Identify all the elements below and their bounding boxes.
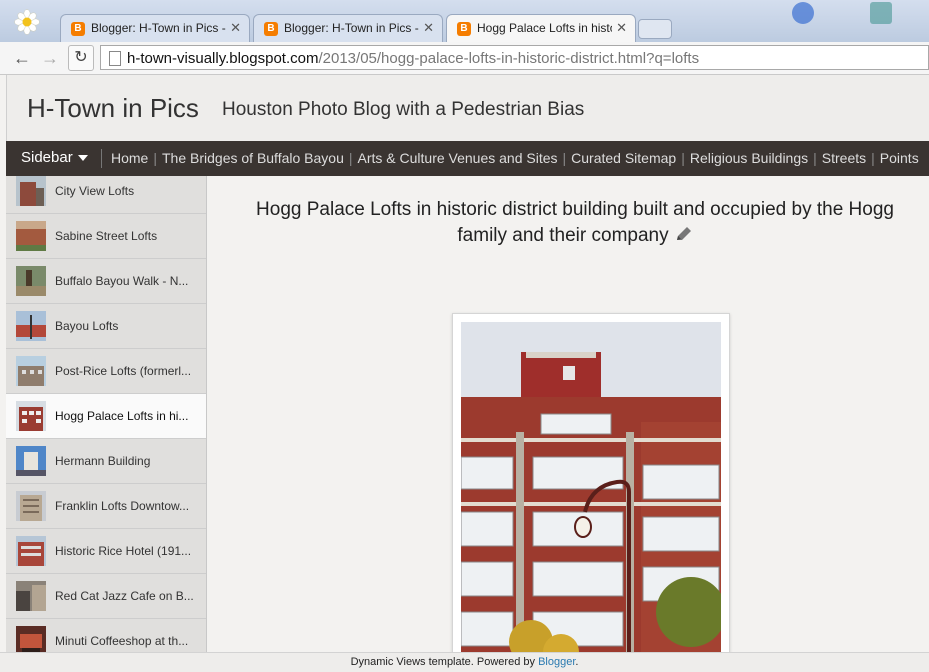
sidebar-item[interactable]: Red Cat Jazz Cafe on B... [6,574,206,619]
caret-down-icon [77,155,88,162]
sidebar-item[interactable]: Hermann Building [6,439,206,484]
post-photo-frame [452,313,730,660]
sidebar-item[interactable]: Sabine Street Lofts [6,214,206,259]
close-icon[interactable]: ✕ [616,20,627,36]
address-bar[interactable]: h-town-visually.blogspot.com/2013/05/hog… [100,45,929,70]
nav-divider [101,149,102,168]
sidebar-item-label: Red Cat Jazz Cafe on B... [55,589,194,603]
footer-end: . [575,656,579,668]
post-thumbnail [16,536,46,566]
post-thumbnail [16,221,46,251]
post-thumbnail [16,401,46,431]
post-thumbnail [16,266,46,296]
sidebar-item-label: Bayou Lofts [55,319,119,333]
sidebar-item-label: Sabine Street Lofts [55,229,158,243]
nav-links: Home | The Bridges of Buffalo Bayou | Arts &… [111,150,919,166]
tab-title: Blogger: H-Town in Pics - [284,21,419,35]
post-thumbnail [16,581,46,611]
blogger-favicon-icon: B [71,22,85,36]
reload-icon[interactable]: ↻ [68,45,94,71]
tab-2[interactable]: B Blogger: H-Town in Pics - ✕ [253,14,443,42]
blog-header: H-Town in Pics Houston Photo Blog with a… [6,75,929,141]
sidebar-item-active[interactable]: Hogg Palace Lofts in hi... [6,394,206,439]
sidebar-item-label: Hogg Palace Lofts in hi... [55,409,189,423]
footer: Dynamic Views template. Powered by Blogg… [0,652,929,672]
post-thumbnail [16,446,46,476]
nav-link-home[interactable]: Home [111,150,148,166]
sidebar-item-label: Buffalo Bayou Walk - N... [55,274,189,288]
sidebar-item[interactable]: Minuti Coffeeshop at th... [6,619,206,656]
blogger-favicon-icon: B [457,22,471,36]
post-thumbnail [16,311,46,341]
nav-link-streets[interactable]: Streets [822,150,866,166]
sidebar-item-label: Minuti Coffeeshop at th... [55,634,189,648]
sidebar-item-label: Hermann Building [55,454,151,468]
sidebar-item-label: Franklin Lofts Downtow... [55,499,190,513]
page-icon [109,51,121,66]
flower-logo-icon [14,9,40,35]
post-thumbnail [16,176,46,206]
sidebar-item-label: Post-Rice Lofts (formerl... [55,364,192,378]
post-title: Hogg Palace Lofts in historic district b… [256,199,894,246]
sidebar-item-label: City View Lofts [55,184,135,198]
browser-tab-strip: B Blogger: H-Town in Pics - ✕ B Blogger:… [0,0,929,42]
blogger-favicon-icon: B [264,22,278,36]
sidebar-item[interactable]: Buffalo Bayou Walk - N... [6,259,206,304]
sidebar-post-list: City View Lofts Sabine Street Lofts Buff… [6,176,207,656]
back-arrow-icon[interactable]: ← [10,46,34,70]
url-text: h-town-visually.blogspot.com/2013/05/hog… [127,50,700,67]
nav-link-sitemap[interactable]: Curated Sitemap [571,150,676,166]
building-photo[interactable] [461,322,721,657]
blog-title[interactable]: H-Town in Pics [27,93,199,124]
blog-description: Houston Photo Blog with a Pedestrian Bia… [222,99,585,120]
sidebar-toggle-button[interactable]: Sidebar [21,149,88,166]
footer-text: Dynamic Views template. Powered by [350,656,539,668]
post-thumbnail [16,356,46,386]
nav-link-bridges[interactable]: The Bridges of Buffalo Bayou [162,150,344,166]
nav-link-arts-culture[interactable]: Arts & Culture Venues and Sites [358,150,558,166]
pencil-icon[interactable] [675,226,693,242]
blogger-link[interactable]: Blogger [538,656,575,668]
desktop-shortcut-icon [792,2,814,24]
nav-link-points[interactable]: Points [880,150,919,166]
sidebar-item[interactable]: Post-Rice Lofts (formerl... [6,349,206,394]
nav-bar: Sidebar Home | The Bridges of Buffalo Bayo… [6,141,929,176]
sidebar-item[interactable]: Bayou Lofts [6,304,206,349]
sidebar-item[interactable]: Franklin Lofts Downtow... [6,484,206,529]
sidebar-item-label: Historic Rice Hotel (191... [55,544,192,558]
browser-toolbar: ← → ↻ h-town-visually.blogspot.com/2013/… [0,42,929,75]
tab-title: Blogger: H-Town in Pics - [91,21,226,35]
tab-title: Hogg Palace Lofts in histo [477,21,612,35]
close-icon[interactable]: ✕ [423,20,434,36]
sidebar-item[interactable]: City View Lofts [6,176,206,214]
new-tab-button[interactable] [638,19,672,39]
forward-arrow-icon[interactable]: → [38,46,62,70]
tab-3-active[interactable]: B Hogg Palace Lofts in histo ✕ [446,14,636,42]
desktop-shortcut-icon [870,2,892,24]
close-icon[interactable]: ✕ [230,20,241,36]
tab-1[interactable]: B Blogger: H-Town in Pics - ✕ [60,14,250,42]
sidebar-item[interactable]: Historic Rice Hotel (191... [6,529,206,574]
post-thumbnail [16,491,46,521]
nav-link-religious[interactable]: Religious Buildings [690,150,808,166]
